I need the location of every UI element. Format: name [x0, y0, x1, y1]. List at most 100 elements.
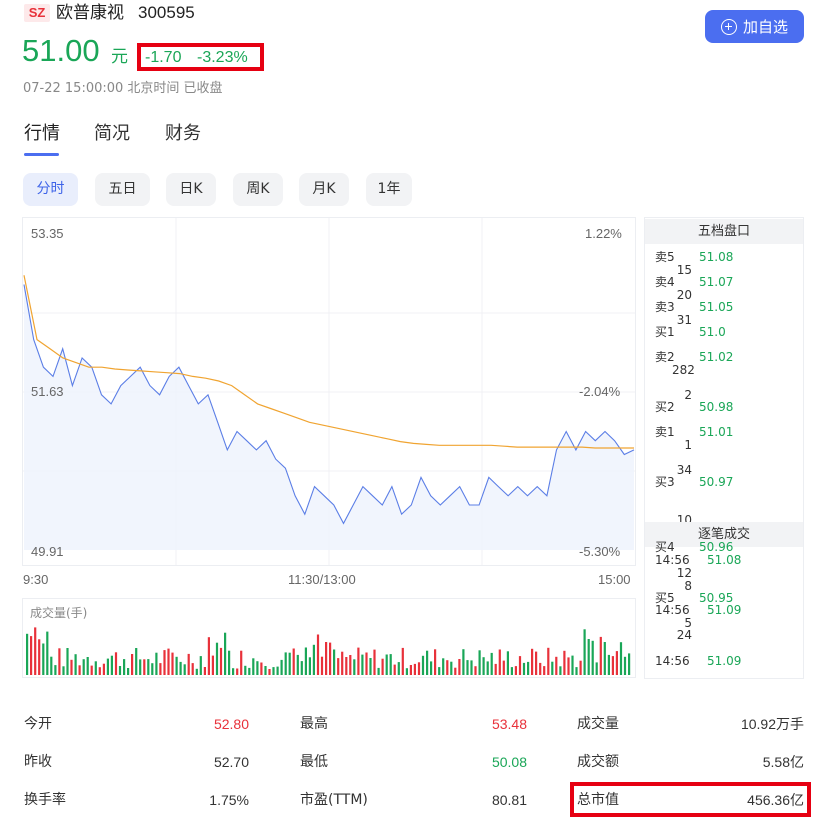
y-axis-high-pct: 1.22% [585, 226, 622, 241]
price-unit: 元 [111, 47, 128, 67]
volume-bar [498, 649, 501, 675]
order-book-row-price: 51.05 [699, 300, 734, 314]
volume-bar [54, 665, 57, 675]
volume-bar [34, 627, 37, 675]
volume-bar [86, 657, 89, 675]
stock-name: 欧普康视 [56, 3, 124, 23]
volume-bar [518, 656, 522, 675]
volume-bar [308, 657, 311, 675]
period-tab-weekly-k[interactable]: 周K [233, 173, 283, 206]
volume-bar [256, 661, 259, 675]
period-tab-1year[interactable]: 1年 [366, 173, 412, 206]
tab-quotes[interactable]: 行情 [24, 122, 60, 146]
volume-bar [349, 655, 352, 675]
volume-label: 成交量(手) [30, 606, 88, 620]
volume-bar [171, 652, 174, 675]
volume-bar [494, 663, 497, 675]
volume-bar [405, 668, 408, 675]
volume-bar [66, 648, 69, 675]
period-tab-5day[interactable]: 五日 [95, 173, 150, 206]
volume-bar [417, 662, 421, 675]
volume-bar [555, 656, 558, 675]
volume-bar [337, 658, 340, 675]
volume-bar [357, 647, 360, 675]
volume-bar [510, 667, 513, 675]
order-book-row-label: 卖3 [655, 300, 675, 314]
order-book-row-label: 买3 [655, 475, 675, 489]
volume-bar [175, 656, 178, 675]
stat-label: 换手率 [24, 792, 66, 808]
volume-chart[interactable] [22, 598, 636, 678]
volume-bar [333, 649, 336, 675]
volume-bar [486, 661, 489, 675]
volume-bar [135, 648, 138, 675]
trade-row-label: 14:56 [655, 654, 690, 668]
volume-bar [211, 655, 214, 675]
volume-bar [300, 661, 303, 675]
trade-row-price: 51.09 [707, 654, 742, 668]
volume-bar [58, 648, 61, 675]
x-axis-open-label: 9:30 [23, 572, 49, 587]
volume-bar [531, 648, 534, 675]
volume-bar [490, 652, 493, 675]
y-axis-high-label: 53.35 [31, 226, 64, 241]
price-chart[interactable] [22, 217, 636, 566]
current-price: 51.00 [22, 33, 100, 68]
volume-bar [345, 657, 348, 675]
add-watchlist-button[interactable]: 加自选 [705, 10, 804, 43]
volume-bar [409, 665, 412, 675]
volume-bar [482, 657, 485, 675]
order-book-row-label: 卖1 [655, 425, 675, 439]
volume-bar [421, 655, 425, 675]
order-book-header[interactable]: 五档盘口 [645, 219, 803, 244]
volume-bar [74, 654, 77, 675]
tab-profile[interactable]: 简况 [94, 122, 130, 146]
volume-bar [595, 662, 598, 675]
period-tab-monthly-k[interactable]: 月K [299, 173, 349, 206]
volume-bar [599, 636, 602, 675]
volume-bar [232, 668, 235, 675]
volume-bar [369, 658, 372, 675]
price-change-percent: -3.23% [197, 49, 248, 66]
market-status: 07-22 15:00:00 北京时间 已收盘 [23, 81, 223, 96]
volume-bar [316, 634, 320, 675]
volume-bar [373, 649, 376, 675]
stat-label: 最低 [300, 754, 328, 770]
volume-bar [502, 660, 505, 675]
volume-bar [446, 660, 449, 675]
volume-bar [90, 665, 93, 675]
trade-row-price: 51.09 [707, 603, 742, 617]
volume-bar [127, 668, 130, 675]
volume-bar [151, 663, 154, 675]
tab-financials[interactable]: 财务 [165, 122, 201, 146]
stat-label: 今开 [24, 716, 52, 732]
volume-bar [296, 654, 299, 675]
order-book-row-volume: 282 [672, 362, 695, 377]
order-book-row-volume: 34 [676, 462, 692, 477]
volume-bar [458, 659, 461, 675]
volume-bar [385, 654, 388, 675]
volume-bar [42, 643, 45, 675]
volume-bar [167, 648, 170, 675]
stat-label: 最高 [300, 716, 328, 732]
trade-row-price: 51.08 [707, 553, 742, 567]
stat-value: 52.70 [213, 754, 249, 770]
volume-bar [478, 650, 481, 675]
volume-bar [442, 658, 445, 675]
volume-bar [203, 667, 206, 675]
volume-bar [288, 652, 291, 675]
volume-bar [381, 658, 384, 675]
volume-bar [159, 663, 162, 675]
volume-bar [397, 662, 400, 675]
volume-bar [426, 650, 429, 675]
period-tab-intraday[interactable]: 分时 [23, 173, 78, 206]
x-axis-close-label: 15:00 [598, 572, 631, 587]
volume-bar [264, 666, 267, 675]
period-tab-daily-k[interactable]: 日K [166, 173, 216, 206]
order-book-row-label: 买2 [655, 400, 675, 414]
volume-bar [268, 669, 271, 675]
volume-bar [179, 661, 182, 675]
volume-bar [240, 650, 243, 675]
price-chart-svg [23, 218, 635, 565]
volume-bar [98, 667, 101, 675]
